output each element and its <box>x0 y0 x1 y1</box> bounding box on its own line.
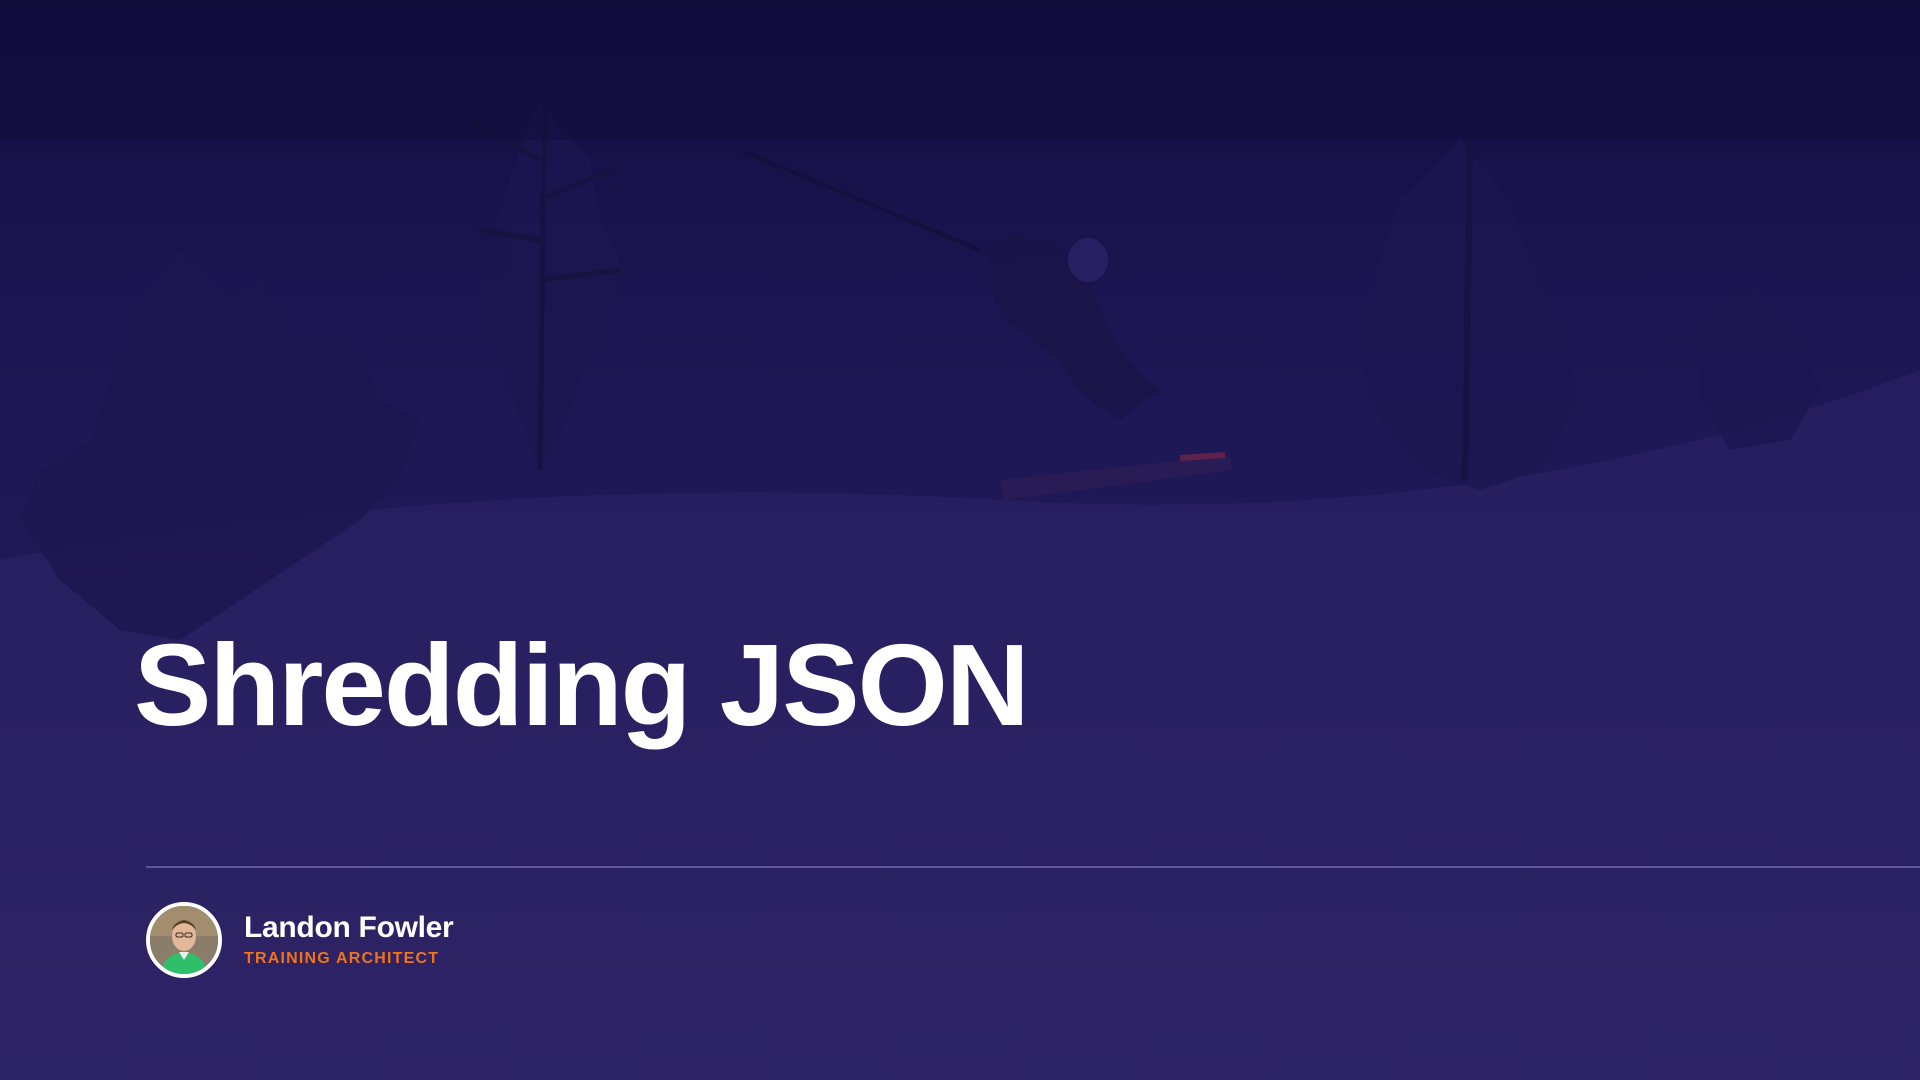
title-slide: Shredding JSON Landon Fowler TRAINING AR… <box>0 0 1920 1080</box>
slide-title: Shredding JSON <box>134 620 1030 750</box>
author-avatar <box>146 902 222 978</box>
author-role: TRAINING ARCHITECT <box>244 950 440 967</box>
author-block: Landon Fowler TRAINING ARCHITECT <box>146 902 454 978</box>
divider <box>146 866 1920 868</box>
author-text: Landon Fowler TRAINING ARCHITECT <box>244 910 454 970</box>
author-name: Landon Fowler <box>244 911 454 944</box>
